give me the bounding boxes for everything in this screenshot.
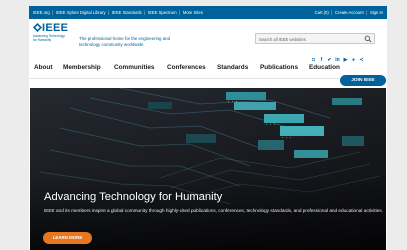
utility-link-ieee-org[interactable]: IEEE.org <box>33 10 50 15</box>
utility-link-spectrum[interactable]: IEEE Spectrum <box>148 10 177 15</box>
hero-description: IEEE and its members inspire a global co… <box>44 208 383 213</box>
join-ieee-button[interactable]: JOIN IEEE <box>340 75 386 86</box>
nav-item-education[interactable]: Education <box>309 64 340 71</box>
utility-bar: IEEE.org | IEEE Xplore Digital Library | I… <box>29 6 387 19</box>
sign-in-link[interactable]: Sign In <box>370 10 383 15</box>
cart-link[interactable]: Cart (0) <box>315 10 329 15</box>
nav-item-standards[interactable]: Standards <box>217 64 248 71</box>
main-nav: About Membership Communities Conferences… <box>29 60 387 79</box>
hero-banner: Advancing Technology for Humanity IEEE a… <box>30 88 386 250</box>
nav-item-publications[interactable]: Publications <box>260 64 298 71</box>
social-links: ◘ f ✔ in ▶ ● ≺ <box>311 48 367 63</box>
search-icon[interactable] <box>364 35 372 43</box>
hero-title: Advancing Technology for Humanity <box>44 191 223 203</box>
logo-tagline: Advancing Technology for Humanity <box>33 34 65 42</box>
search-box <box>255 33 375 44</box>
search-input[interactable] <box>259 35 359 43</box>
nav-item-membership[interactable]: Membership <box>63 64 101 71</box>
nav-item-conferences[interactable]: Conferences <box>167 64 206 71</box>
utility-link-standards[interactable]: IEEE Standards <box>112 10 142 15</box>
nav-item-communities[interactable]: Communities <box>114 64 154 71</box>
logo-wordmark: IEEE <box>42 22 69 34</box>
utility-links-right: Cart (0) | Create Account | Sign In <box>314 10 383 15</box>
ieee-diamond-icon <box>33 23 42 32</box>
ieee-logo[interactable]: IEEE Advancing Technology for Humanity <box>33 22 77 44</box>
ieee-homepage: IEEE.org | IEEE Xplore Digital Library | I… <box>29 6 387 250</box>
learn-more-button[interactable]: LEARN MORE <box>43 232 92 244</box>
create-account-link[interactable]: Create Account <box>335 10 364 15</box>
circuit-board-image <box>30 88 386 250</box>
nav-item-about[interactable]: About <box>34 64 52 71</box>
utility-links-left: IEEE.org | IEEE Xplore Digital Library | I… <box>33 10 203 15</box>
site-tagline: The professional home for the engineerin… <box>79 36 171 47</box>
utility-link-more-sites[interactable]: More Sites <box>183 10 203 15</box>
utility-link-xplore[interactable]: IEEE Xplore Digital Library <box>56 10 106 15</box>
